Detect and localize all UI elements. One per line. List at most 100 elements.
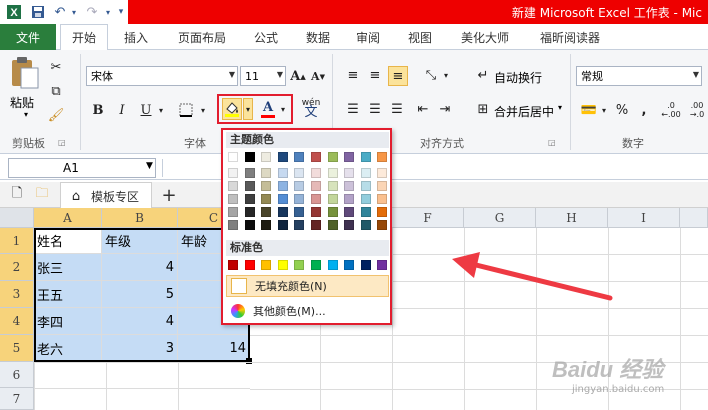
borders-icon[interactable] [176, 100, 196, 120]
tab-review[interactable]: 审阅 [346, 24, 390, 50]
more-colors-option[interactable]: 其他颜色(M)... [226, 300, 389, 322]
theme-color-swatch[interactable] [344, 152, 355, 162]
cell-a4[interactable]: 李四 [34, 308, 102, 335]
theme-shade-swatch[interactable] [277, 220, 288, 230]
theme-shade-swatch[interactable] [261, 194, 272, 204]
cell-c5[interactable]: 14 [178, 335, 250, 362]
underline-dropdown-icon[interactable]: ▾ [156, 100, 166, 120]
theme-shade-swatch[interactable] [311, 181, 321, 191]
column-header-i[interactable]: I [608, 208, 680, 228]
theme-shade-swatch[interactable] [344, 181, 355, 191]
tab-view[interactable]: 视图 [398, 24, 442, 50]
tab-foxit-reader[interactable]: 福昕阅读器 [530, 24, 610, 50]
name-box[interactable]: A1 [8, 158, 156, 178]
add-tab-button[interactable]: + [158, 184, 180, 206]
theme-shade-swatch[interactable] [344, 168, 355, 178]
align-center-icon[interactable]: ☰ [366, 100, 384, 118]
align-left-icon[interactable]: ☰ [344, 100, 362, 118]
template-tab[interactable]: ⌂ 模板专区 [60, 182, 152, 208]
theme-shade-swatch[interactable] [360, 220, 371, 230]
file-tab[interactable]: 文件 [0, 24, 56, 50]
theme-shade-swatch[interactable] [377, 181, 388, 191]
standard-color-swatch[interactable] [311, 260, 321, 270]
save-icon[interactable] [28, 3, 48, 21]
redo-icon[interactable]: ↷ [82, 3, 102, 21]
undo-dropdown-icon[interactable]: ▾ [70, 3, 78, 21]
theme-shade-swatch[interactable] [344, 220, 355, 230]
format-painter-icon[interactable]: 🖌 [46, 106, 66, 124]
empty-cells-lower[interactable] [34, 362, 250, 410]
theme-shade-swatch[interactable] [244, 194, 255, 204]
chevron-down-icon[interactable]: ▼ [277, 70, 283, 79]
wrap-text-icon[interactable]: ↵ [474, 66, 492, 84]
font-size-combo[interactable]: 11 ▼ [240, 66, 286, 86]
paste-dropdown-icon[interactable]: ▾ [24, 110, 28, 119]
theme-color-swatch[interactable] [261, 152, 272, 162]
theme-color-swatch[interactable] [327, 152, 338, 162]
theme-shade-swatch[interactable] [294, 207, 305, 217]
theme-shade-swatch[interactable] [294, 181, 305, 191]
column-header-j[interactable] [680, 208, 708, 228]
tab-insert[interactable]: 插入 [114, 24, 158, 50]
theme-shade-swatch[interactable] [377, 207, 388, 217]
increase-decimal-icon[interactable]: .0 ←.00 [660, 100, 682, 120]
theme-shade-swatch[interactable] [244, 168, 255, 178]
cell-b4[interactable]: 4 [102, 308, 178, 335]
column-header-g[interactable]: G [464, 208, 536, 228]
theme-color-swatch[interactable] [360, 152, 371, 162]
theme-shade-swatch[interactable] [377, 194, 388, 204]
percent-button[interactable]: % [614, 100, 630, 120]
row-header-5[interactable]: 5 [0, 335, 34, 362]
theme-shade-swatch[interactable] [228, 194, 238, 204]
theme-shade-swatch[interactable] [228, 220, 238, 230]
increase-indent-icon[interactable]: ⇥ [436, 100, 454, 118]
theme-shade-swatch[interactable] [244, 181, 255, 191]
align-right-icon[interactable]: ☰ [388, 100, 406, 118]
orientation-icon[interactable]: ⤡ [420, 66, 442, 84]
column-header-a[interactable]: A [34, 208, 102, 228]
cell-b2[interactable]: 4 [102, 254, 178, 281]
merge-center-dropdown-icon[interactable]: ▾ [558, 103, 562, 112]
theme-shade-swatch[interactable] [261, 220, 272, 230]
theme-shade-swatch[interactable] [228, 168, 238, 178]
currency-icon[interactable]: 💳 [578, 100, 600, 120]
phonetic-guide-icon[interactable]: wén 文 [296, 96, 326, 120]
column-header-b[interactable]: B [102, 208, 178, 228]
cell-b5[interactable]: 3 [102, 335, 178, 362]
cell-b3[interactable]: 5 [102, 281, 178, 308]
theme-shade-swatch[interactable] [244, 207, 255, 217]
align-bottom-icon[interactable]: ≡ [388, 66, 408, 86]
dialog-launcher-icon[interactable]: ◲ [58, 138, 66, 147]
decrease-decimal-icon[interactable]: .00 →.0 [686, 100, 708, 120]
theme-shade-swatch[interactable] [294, 220, 305, 230]
theme-color-swatch[interactable] [377, 152, 388, 162]
cell-b1[interactable]: 年级 [102, 228, 178, 254]
formula-input[interactable] [162, 159, 220, 177]
font-name-combo[interactable]: 宋体 ▼ [86, 66, 238, 86]
cell-a5[interactable]: 老六 [34, 335, 102, 362]
document-icon[interactable]: 🗋 [8, 186, 26, 204]
customize-icon[interactable]: ▾ [116, 3, 126, 21]
row-header-6[interactable]: 6 [0, 362, 34, 388]
cell-a2[interactable]: 张三 [34, 254, 102, 281]
theme-shade-swatch[interactable] [344, 207, 355, 217]
bold-button[interactable]: B [88, 100, 108, 120]
theme-shade-swatch[interactable] [244, 220, 255, 230]
theme-shade-swatch[interactable] [360, 194, 371, 204]
theme-color-swatch[interactable] [228, 152, 238, 162]
no-fill-option[interactable]: 无填充颜色(N) [226, 275, 389, 297]
orientation-dropdown-icon[interactable]: ▾ [442, 66, 450, 84]
cell-a3[interactable]: 王五 [34, 281, 102, 308]
column-header-f[interactable]: F [392, 208, 464, 228]
theme-shade-swatch[interactable] [228, 181, 238, 191]
theme-shade-swatch[interactable] [360, 181, 371, 191]
tab-data[interactable]: 数据 [296, 24, 340, 50]
theme-color-swatch[interactable] [244, 152, 255, 162]
chevron-down-icon[interactable]: ▼ [229, 70, 235, 79]
theme-shade-swatch[interactable] [277, 207, 288, 217]
theme-shade-swatch[interactable] [377, 220, 388, 230]
comma-button[interactable]: , [636, 100, 652, 120]
theme-shade-swatch[interactable] [277, 194, 288, 204]
theme-shade-swatch[interactable] [311, 220, 321, 230]
theme-shade-swatch[interactable] [377, 168, 388, 178]
